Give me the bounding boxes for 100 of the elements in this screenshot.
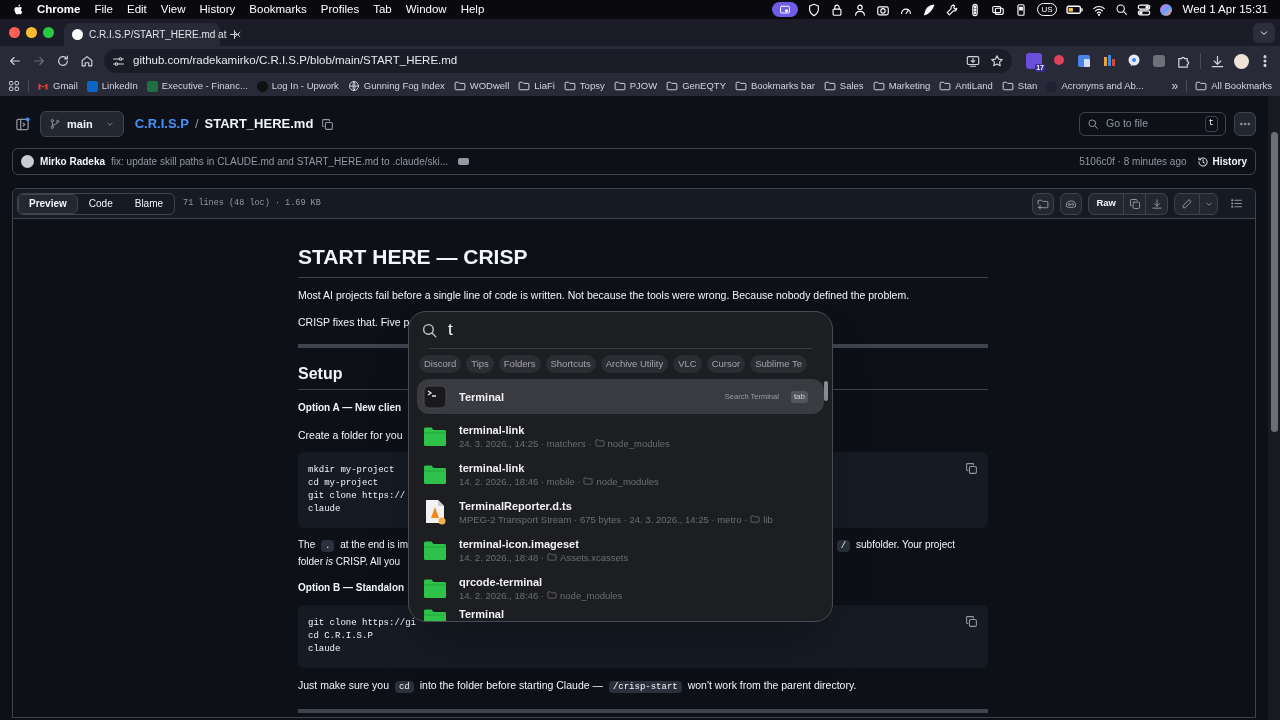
result-row[interactable]: qrcode-terminal 14. 2. 2026., 18:46 · node_modules	[417, 569, 824, 607]
bookmark-item[interactable]: Executive - Financ...	[146, 78, 248, 94]
feather-icon[interactable]	[922, 2, 937, 17]
suggestion-chip[interactable]: Sublime Te	[750, 355, 807, 373]
commit-message[interactable]: fix: update skill paths in CLAUDE.md and START_HERE.md to .claude/ski...	[111, 154, 449, 169]
menu-clock[interactable]: Wed 1 Apr 15:31	[1182, 0, 1268, 19]
search-icon[interactable]	[1114, 3, 1128, 16]
site-settings-icon[interactable]	[112, 54, 125, 68]
bookmark-item[interactable]: Stan	[1001, 78, 1038, 94]
bookmark-item[interactable]: Topsy	[563, 78, 605, 94]
download-icon[interactable]	[1210, 53, 1225, 69]
suggestion-chip[interactable]: VLC	[673, 355, 702, 373]
view-tab[interactable]: Code	[77, 193, 124, 214]
app-icon[interactable]	[1151, 53, 1167, 69]
branch-button[interactable]: main	[40, 111, 124, 137]
profile-avatar[interactable]	[1234, 53, 1249, 69]
status-pill[interactable]	[772, 2, 799, 17]
menu-item[interactable]: Tab	[373, 0, 392, 19]
scrollbar[interactable]	[1268, 96, 1280, 720]
bookmark-item[interactable]: Marketing	[872, 78, 931, 94]
menu-item[interactable]: View	[160, 0, 186, 19]
suggestion-chip[interactable]: Discord	[419, 355, 462, 373]
bookmark-item[interactable]: PJOW	[613, 78, 658, 94]
go-to-file-input[interactable]: Go to file	[1106, 116, 1198, 132]
shield-icon[interactable]	[807, 2, 822, 17]
bookmark-item[interactable]: AntiLand	[939, 78, 993, 94]
more-options-button[interactable]	[1234, 112, 1256, 136]
control-center-icon[interactable]	[1136, 2, 1151, 17]
suggestion-chip[interactable]: Tips	[466, 355, 494, 373]
apps-icon[interactable]	[8, 80, 20, 92]
copilot-button[interactable]	[1060, 192, 1083, 215]
menu-item[interactable]: Help	[460, 0, 485, 19]
suggestion-chip[interactable]: Archive Utility	[600, 355, 669, 373]
copy-icon[interactable]	[965, 461, 978, 475]
copy-icon[interactable]	[965, 614, 978, 628]
copy-path-icon[interactable]	[321, 117, 335, 131]
result-row[interactable]: TerminalReporter.d.ts MPEG-2 Transport Stream · 675 bytes · 24. 3. 2026., 14:25 · metro · lib	[417, 493, 824, 531]
bookmark-item[interactable]: Sales	[823, 78, 864, 94]
home-icon[interactable]	[80, 54, 94, 68]
suggestion-chip[interactable]: Folders	[498, 355, 541, 373]
paragraph-text: Just make sure you cd into the folder before starting Claude — /crisp-start won't work from the parent directory.	[298, 677, 857, 695]
bars-icon[interactable]	[1101, 53, 1117, 69]
chat-icon[interactable]	[1126, 53, 1142, 69]
new-tab-icon[interactable]	[228, 28, 241, 41]
sidebar-toggle-icon[interactable]	[15, 116, 30, 132]
bookmark-item[interactable]: Acronyms and Ab...	[1046, 78, 1144, 94]
app-menu[interactable]: Chrome	[37, 0, 81, 19]
folder-icon	[939, 80, 952, 92]
add-file-button[interactable]	[1032, 192, 1055, 215]
page-heading: START HERE — CRISP	[298, 241, 988, 278]
menu-item[interactable]: Profiles	[320, 0, 360, 19]
menu-item[interactable]: History	[199, 0, 236, 19]
menu-item[interactable]: Window	[405, 0, 447, 19]
go-to-file-field[interactable]: Go to file t	[1079, 112, 1226, 136]
translate-icon[interactable]	[1076, 53, 1092, 69]
menu-item[interactable]: Edit	[127, 0, 147, 19]
lock-icon[interactable]	[830, 2, 845, 17]
forward-icon[interactable]	[32, 54, 46, 68]
reload-icon[interactable]	[56, 54, 70, 68]
person-icon[interactable]	[853, 2, 868, 17]
bookmark-item[interactable]: LiaFi	[518, 78, 555, 94]
suggestion-chip[interactable]: Cursor	[706, 355, 746, 373]
folder-icon	[563, 80, 576, 92]
bookmark-item[interactable]: Gmail	[37, 78, 78, 94]
zoom-window-button[interactable]	[43, 27, 54, 38]
outline-icon[interactable]	[1230, 197, 1243, 210]
star-icon[interactable]	[990, 54, 1004, 68]
apple-icon[interactable]	[12, 3, 25, 16]
bookmark-item[interactable]: WODwell	[453, 78, 510, 94]
bookmark-item[interactable]: Bookmarks bar	[734, 78, 815, 94]
back-icon[interactable]	[8, 54, 22, 68]
wrench-icon[interactable]	[945, 2, 960, 17]
expand-message-button[interactable]	[458, 158, 470, 165]
minimize-window-button[interactable]	[26, 27, 37, 38]
result-row[interactable]: Terminal	[417, 607, 824, 621]
all-bookmarks-button[interactable]: All Bookmarks	[1195, 78, 1272, 94]
view-tab[interactable]: Blame	[123, 193, 175, 214]
repo-link[interactable]: C.R.I.S.P	[134, 114, 189, 134]
search-field[interactable]: t	[448, 317, 453, 343]
result-row[interactable]: terminal-icon.imageset 14. 2. 2026., 18:48 · Assets.xcassets	[417, 531, 824, 569]
bookmark-item[interactable]: GenEQTY	[666, 78, 726, 94]
more-bookmarks-button[interactable]: »	[1171, 77, 1179, 95]
address-bar[interactable]: github.com/radekamirko/C.R.I.S.P/blob/main/START_HERE.md	[104, 49, 1012, 73]
bookmark-item[interactable]: Log In - Upwork	[256, 78, 339, 94]
close-window-button[interactable]	[9, 27, 20, 38]
scroll-thumb[interactable]	[824, 381, 828, 401]
menu-item[interactable]: File	[94, 0, 113, 19]
result-row[interactable]: terminal-link 24. 3. 2026., 14:25 · matchers · node_modules	[417, 417, 824, 455]
menu-item[interactable]: Bookmarks	[249, 0, 307, 19]
result-location: Assets.xcassets	[560, 550, 629, 564]
suggestion-chip[interactable]: Shortcuts	[545, 355, 596, 373]
siri-icon[interactable]	[1159, 3, 1172, 16]
view-tab[interactable]: Preview	[18, 193, 78, 214]
commit-sha-time[interactable]: 5106c0f · 8 minutes ago	[1079, 154, 1187, 169]
commit-author[interactable]: Mirko Radeka	[40, 154, 106, 169]
bookmark-item[interactable]: LinkedIn	[86, 78, 138, 94]
bookmark-item[interactable]: Gunning Fog Index	[347, 78, 445, 94]
result-row[interactable]: terminal-link 14. 2. 2026., 18:46 · mobile · node_modules	[417, 455, 824, 493]
history-button[interactable]: History	[1196, 154, 1247, 169]
install-icon[interactable]	[966, 54, 980, 68]
